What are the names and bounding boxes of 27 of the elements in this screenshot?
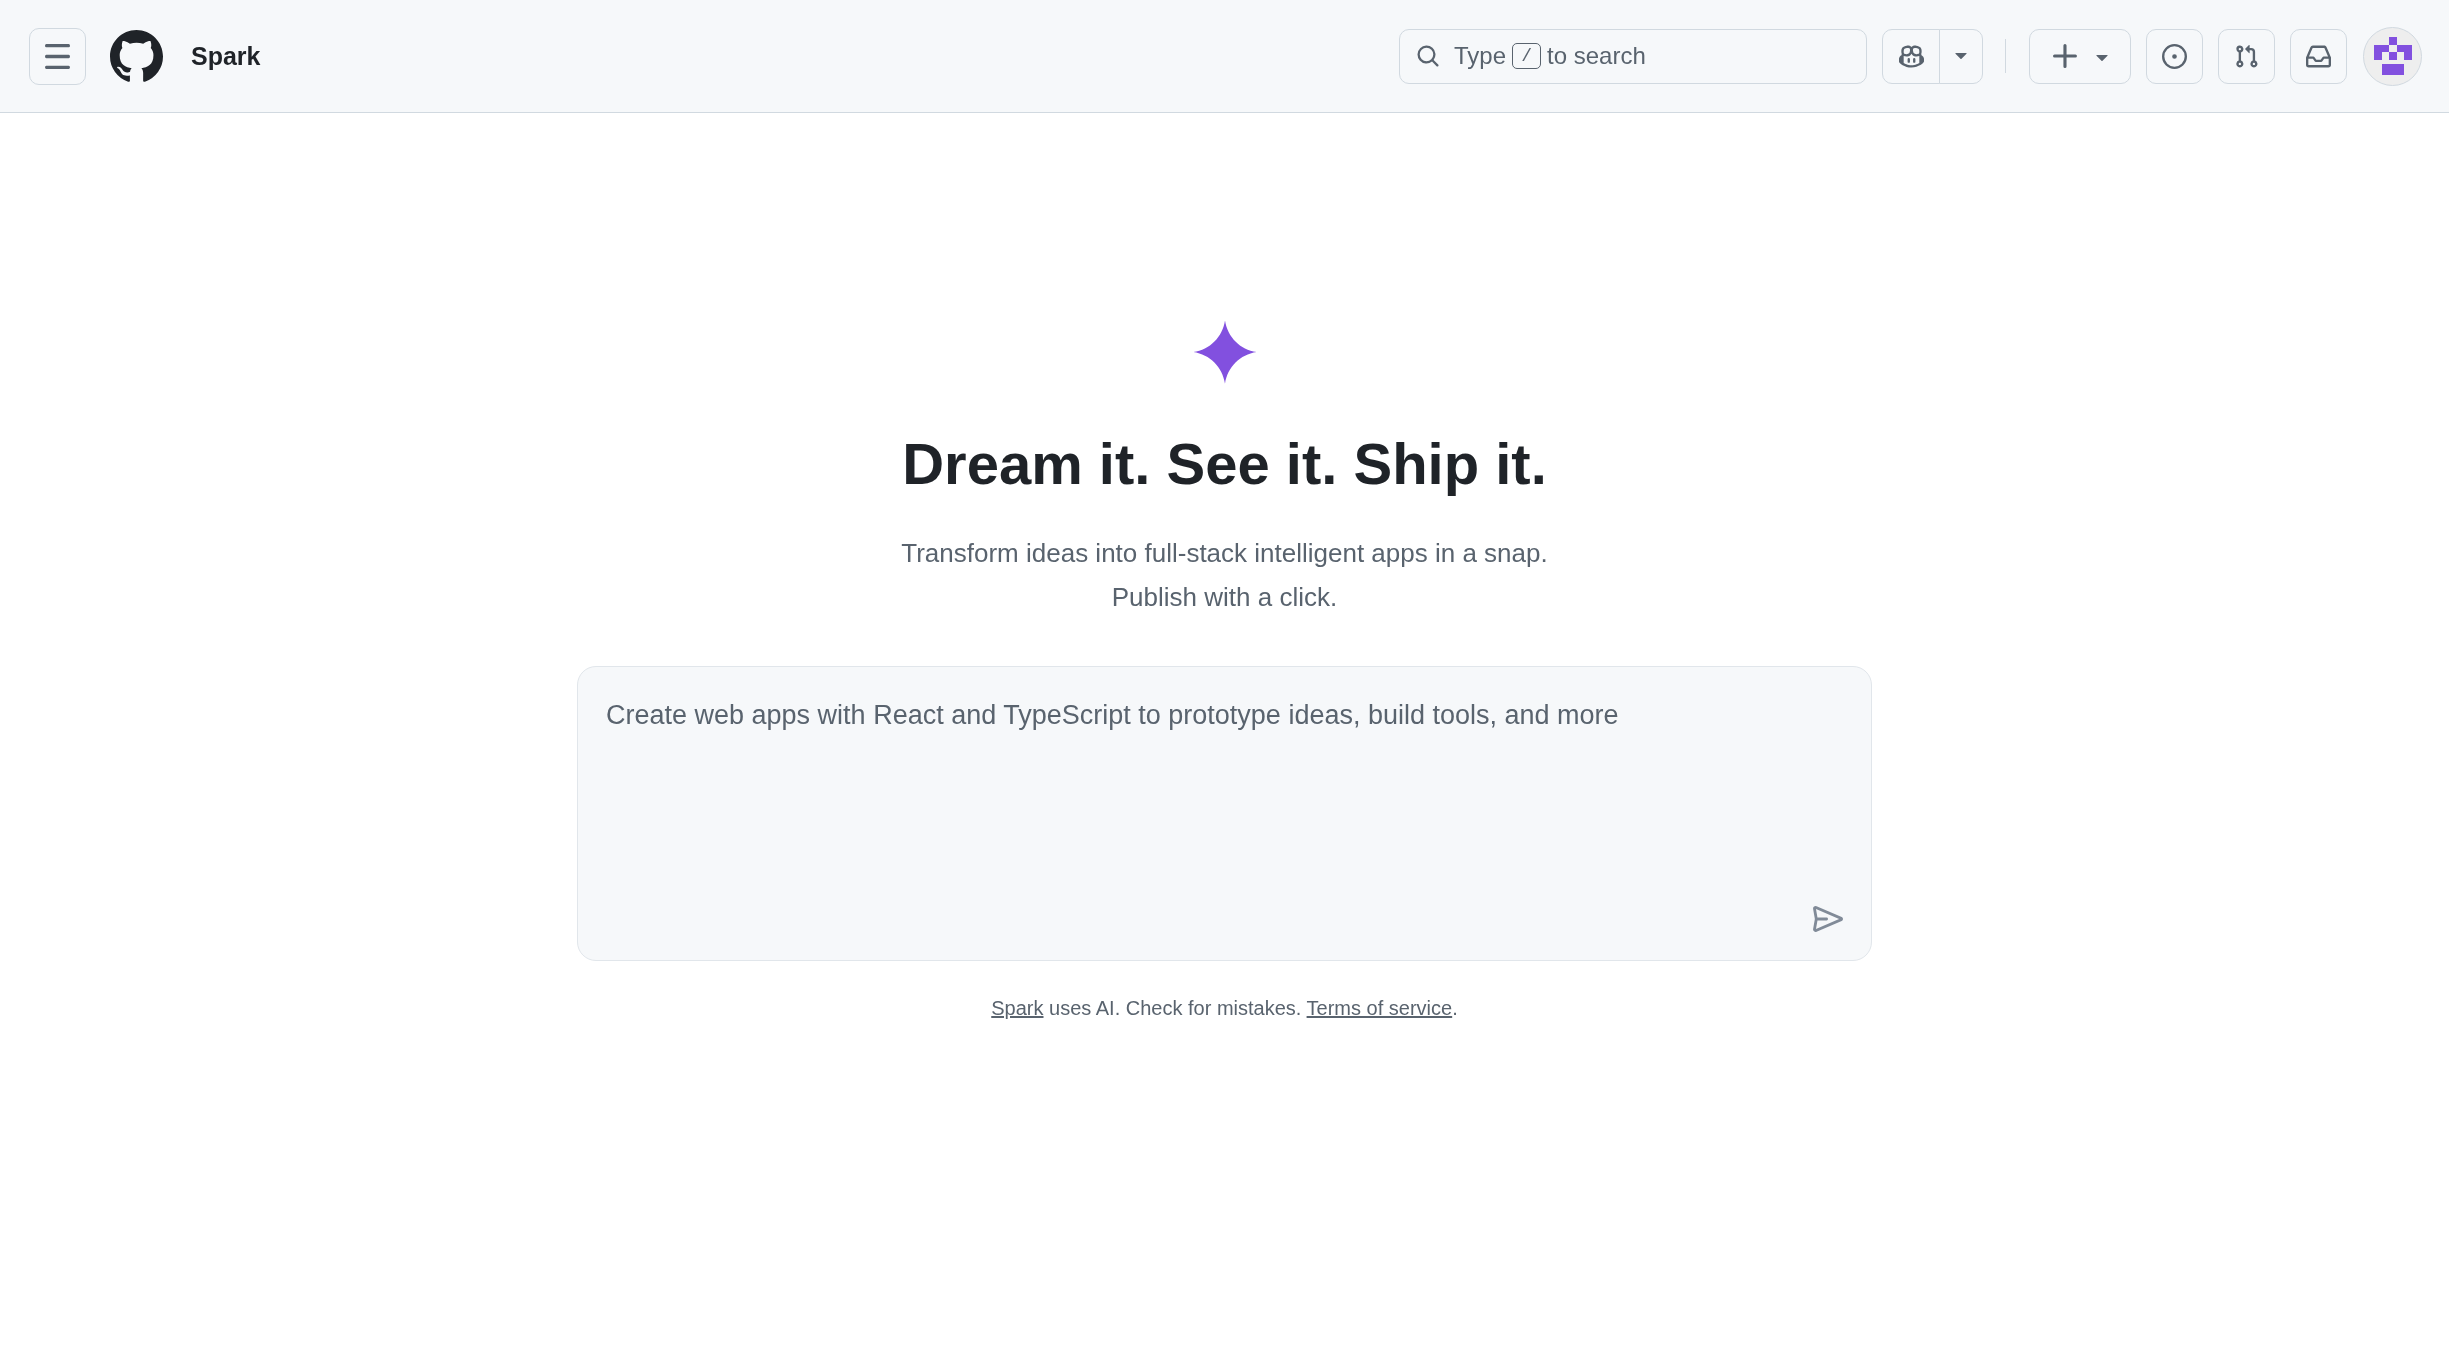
disclaimer-text: Spark uses AI. Check for mistakes. Terms of service. bbox=[991, 996, 1458, 1021]
search-icon bbox=[1416, 44, 1440, 68]
inbox-tray-icon bbox=[2306, 43, 2331, 69]
hero-heading: Dream it. See it. Ship it. bbox=[902, 430, 1547, 498]
search-field[interactable]: Type / to search bbox=[1399, 28, 1867, 84]
terms-link[interactable]: Terms of service bbox=[1306, 997, 1453, 1019]
pixel-pattern-icon bbox=[2373, 37, 2412, 75]
caret-down-icon bbox=[2095, 55, 2108, 61]
prompt-field[interactable]: Create web apps with React and TypeScript to prototype ideas, build tools, and more bbox=[577, 666, 1872, 961]
inbox-button[interactable] bbox=[2290, 28, 2347, 84]
issues-button[interactable] bbox=[2146, 28, 2203, 84]
send-button[interactable] bbox=[1812, 904, 1844, 934]
app-title: Spark bbox=[191, 43, 261, 69]
menu-button[interactable] bbox=[29, 27, 86, 85]
caret-down-icon bbox=[1955, 53, 1967, 59]
assistant-button[interactable] bbox=[1882, 28, 1940, 84]
shortcut-key: / bbox=[1512, 43, 1542, 69]
menu-icon bbox=[45, 43, 70, 69]
cat-logo-icon[interactable] bbox=[110, 29, 163, 83]
plus-icon bbox=[2052, 43, 2078, 69]
send-icon bbox=[1813, 905, 1843, 933]
pull-requests-button[interactable] bbox=[2218, 28, 2275, 84]
hero-subtitle: Transform ideas into full-stack intelligent apps in a snap. Publish with a click. bbox=[901, 537, 1548, 614]
product-link[interactable]: Spark bbox=[991, 997, 1044, 1019]
create-button[interactable] bbox=[2029, 28, 2131, 84]
goggles-face-icon bbox=[1898, 43, 1924, 69]
branch-arrow-icon bbox=[2234, 43, 2259, 69]
